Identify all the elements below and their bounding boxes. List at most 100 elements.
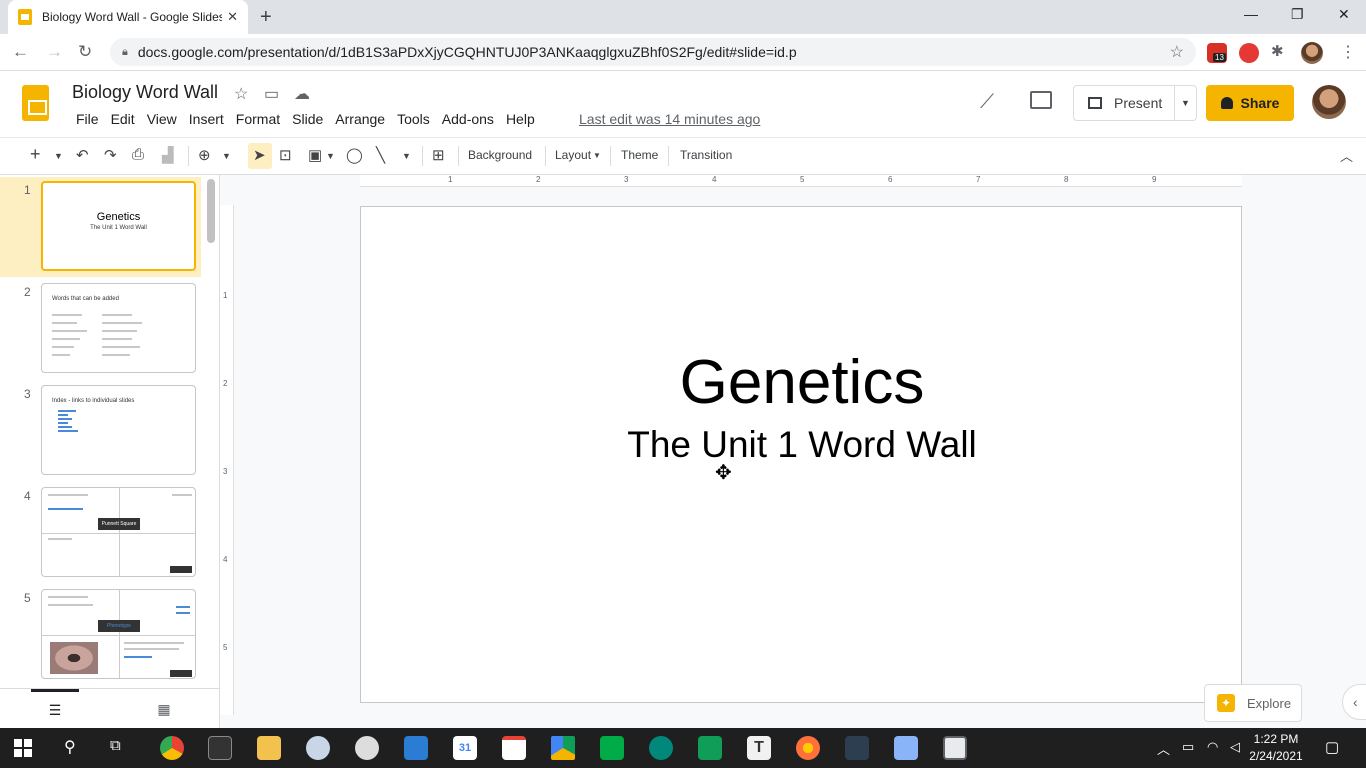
slide-canvas[interactable]: Genetics The Unit 1 Word Wall ✥ xyxy=(360,206,1242,703)
profile-avatar[interactable] xyxy=(1301,42,1323,64)
account-avatar[interactable] xyxy=(1312,85,1346,119)
shape-icon[interactable]: ◯ xyxy=(346,146,363,164)
activity-trend-icon[interactable]: ⟋ xyxy=(980,91,994,114)
tab-close-icon[interactable]: ✕ xyxy=(227,9,238,25)
window-close-icon[interactable]: ✕ xyxy=(1338,6,1350,23)
google-classroom-taskbar-icon[interactable] xyxy=(698,736,722,760)
gmail-taskbar-icon[interactable] xyxy=(502,736,526,760)
document-title[interactable]: Biology Word Wall xyxy=(72,82,218,103)
collapse-toolbar-icon[interactable]: ︿ xyxy=(1340,146,1353,165)
explore-button[interactable]: ✦ Explore xyxy=(1204,684,1302,722)
undo-icon[interactable]: ↶ xyxy=(76,146,89,164)
line-icon[interactable]: ╲ xyxy=(376,146,385,164)
show-hidden-icons-icon[interactable]: ︿ xyxy=(1157,739,1170,758)
wifi-icon[interactable]: ◠ xyxy=(1207,739,1218,755)
slide-thumbnail-2[interactable]: Words that can be added xyxy=(41,283,196,373)
slide-thumbnail-3[interactable]: Index - links to individual slides xyxy=(41,385,196,475)
print-icon[interactable]: ⎙ xyxy=(132,146,144,163)
redo-icon[interactable]: ↷ xyxy=(104,146,117,164)
paint-taskbar-icon[interactable] xyxy=(306,736,330,760)
star-icon[interactable]: ☆ xyxy=(234,84,248,104)
image-dropdown-icon[interactable]: ▼ xyxy=(326,151,335,161)
list-view-icon[interactable]: ☰ xyxy=(31,689,79,729)
file-explorer-taskbar-icon[interactable] xyxy=(257,736,281,760)
remote-desktop-taskbar-icon[interactable] xyxy=(943,736,967,760)
last-edit-link[interactable]: Last edit was 14 minutes ago xyxy=(579,111,760,127)
menu-tools[interactable]: Tools xyxy=(391,109,436,129)
menu-file[interactable]: File xyxy=(70,109,105,129)
slide-thumbnail-1[interactable]: Genetics The Unit 1 Word Wall xyxy=(41,181,196,271)
whiteboard-taskbar-icon[interactable] xyxy=(404,736,428,760)
clock-app-taskbar-icon[interactable] xyxy=(355,736,379,760)
snipping-tool-taskbar-icon[interactable] xyxy=(845,736,869,760)
google-drive-taskbar-icon[interactable] xyxy=(551,736,575,760)
present-button[interactable]: Present ▼ xyxy=(1073,85,1197,121)
move-folder-icon[interactable]: ▭ xyxy=(264,84,279,104)
search-icon[interactable]: ⚲ xyxy=(64,737,76,757)
windows-start-icon[interactable] xyxy=(12,736,36,760)
theme-button[interactable]: Theme xyxy=(621,148,658,162)
slides-logo-icon[interactable] xyxy=(22,85,49,121)
comments-icon[interactable] xyxy=(1030,91,1052,109)
firefox-taskbar-icon[interactable] xyxy=(796,736,820,760)
menu-edit[interactable]: Edit xyxy=(105,109,141,129)
bookmark-star-icon[interactable]: ☆ xyxy=(1170,42,1184,62)
phone-taskbar-icon[interactable] xyxy=(649,736,673,760)
maximize-icon[interactable]: ❐ xyxy=(1291,6,1304,23)
slide-subtitle-textbox[interactable]: The Unit 1 Word Wall xyxy=(361,424,1243,466)
grid-view-icon[interactable]: ▦ xyxy=(140,689,188,729)
menu-slide[interactable]: Slide xyxy=(286,109,329,129)
filmstrip-scrollbar[interactable] xyxy=(207,179,215,243)
slide-thumbnail-4[interactable]: Punnett Square xyxy=(41,487,196,577)
chrome-taskbar-icon[interactable] xyxy=(160,736,184,760)
add-comment-icon[interactable]: ⊞ xyxy=(432,146,445,164)
horizontal-ruler: 1 2 3 4 5 6 7 8 9 xyxy=(360,175,1242,187)
new-tab-button[interactable]: + xyxy=(260,6,272,28)
menu-view[interactable]: View xyxy=(141,109,183,129)
zoom-icon[interactable]: ⊕ xyxy=(198,146,211,164)
terminal-taskbar-icon[interactable] xyxy=(208,736,232,760)
new-slide-icon[interactable]: + xyxy=(30,144,41,165)
extension-shield-icon[interactable] xyxy=(1239,43,1259,63)
new-slide-dropdown-icon[interactable]: ▼ xyxy=(54,151,63,161)
menu-arrange[interactable]: Arrange xyxy=(329,109,391,129)
menu-help[interactable]: Help xyxy=(500,109,541,129)
side-panel-toggle-icon[interactable]: ‹ xyxy=(1342,684,1366,720)
cloud-saved-icon[interactable]: ☁︎ xyxy=(294,84,310,104)
reload-icon[interactable]: ↻ xyxy=(78,42,92,62)
notifications-icon[interactable]: ▢ xyxy=(1325,738,1339,756)
image-icon[interactable]: ▣ xyxy=(308,146,322,164)
extension-todoist-icon[interactable]: 13 xyxy=(1207,43,1227,63)
share-button[interactable]: Share xyxy=(1206,85,1294,121)
google-calendar-taskbar-icon[interactable]: 31 xyxy=(453,736,477,760)
transition-button[interactable]: Transition xyxy=(680,148,732,162)
back-icon[interactable]: ← xyxy=(12,42,29,62)
menu-format[interactable]: Format xyxy=(230,109,286,129)
menu-insert[interactable]: Insert xyxy=(183,109,230,129)
slide-thumbnail-5[interactable]: Phenotype xyxy=(41,589,196,679)
notepad-taskbar-icon[interactable] xyxy=(894,736,918,760)
slide-title-textbox[interactable]: Genetics xyxy=(361,347,1243,418)
browser-menu-icon[interactable]: ⋮ xyxy=(1340,42,1356,62)
menu-addons[interactable]: Add-ons xyxy=(436,109,500,129)
line-dropdown-icon[interactable]: ▼ xyxy=(402,151,411,161)
slide-number: 2 xyxy=(24,285,31,299)
task-view-icon[interactable]: ⧉ xyxy=(110,737,121,754)
browser-tab[interactable]: Biology Word Wall - Google Slides ✕ xyxy=(8,0,248,34)
google-chat-taskbar-icon[interactable] xyxy=(600,736,624,760)
text-editor-taskbar-icon[interactable]: T xyxy=(747,736,771,760)
layout-button[interactable]: Layout xyxy=(555,148,591,162)
forward-icon[interactable]: → xyxy=(46,42,63,62)
volume-icon[interactable]: ◁ xyxy=(1230,739,1240,755)
taskbar-clock[interactable]: 1:22 PM 2/24/2021 xyxy=(1248,731,1304,765)
paint-format-icon[interactable]: ▟ xyxy=(162,146,174,164)
layout-dropdown-icon[interactable]: ▼ xyxy=(593,151,601,160)
zoom-dropdown-icon[interactable]: ▼ xyxy=(222,151,231,161)
battery-icon[interactable]: ▭ xyxy=(1182,739,1194,755)
address-bar[interactable]: 🔒︎ docs.google.com/presentation/d/1dB1S3… xyxy=(110,38,1196,66)
minimize-icon[interactable]: — xyxy=(1244,6,1258,22)
extensions-puzzle-icon[interactable]: ✱ xyxy=(1271,42,1284,60)
text-box-icon[interactable]: ⊡ xyxy=(279,146,292,164)
background-button[interactable]: Background xyxy=(468,148,532,162)
present-dropdown-icon[interactable]: ▼ xyxy=(1174,85,1196,121)
